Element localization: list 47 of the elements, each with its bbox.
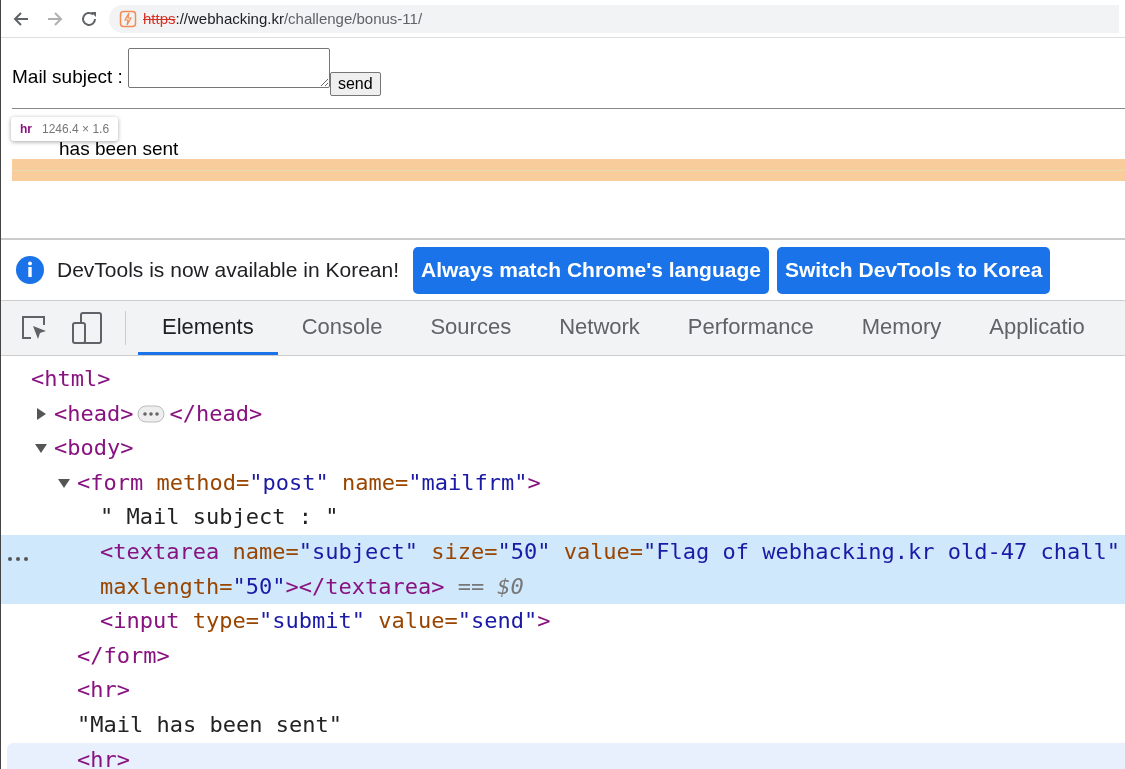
dom-node-row[interactable]: <hr> <box>7 742 1125 769</box>
ellipsis-icon[interactable] <box>137 404 166 423</box>
expand-arrow-icon[interactable] <box>34 406 48 421</box>
dom-node-row[interactable]: <form method="post" name="mailfrm"> <box>1 465 1125 501</box>
code-line: <html> <box>31 365 111 393</box>
reload-icon[interactable] <box>80 9 98 28</box>
subject-field[interactable] <box>127 48 330 88</box>
code-line: <hr> <box>77 676 130 705</box>
devtools-tab[interactable]: Console <box>277 301 407 355</box>
code-line: " Mail subject : " <box>100 503 339 532</box>
code-line: </form> <box>77 641 170 670</box>
code-line: <form method="post" name="mailfrm"> <box>77 468 541 497</box>
language-button[interactable]: Always match Chrome's language <box>413 246 769 294</box>
dom-node-row[interactable]: <head> </head> <box>1 396 1125 432</box>
code-line: maxlength="50"></textarea> == $0 <box>100 572 524 601</box>
code-line: </head> <box>169 399 263 428</box>
element-size: 1246.4 × 1.6 <box>42 122 110 136</box>
dom-node-row[interactable]: <input type="submit" value="send"> <box>1 604 1125 639</box>
devtools-tab[interactable]: Applicatio <box>965 301 1109 355</box>
url-text: https://webhacking.kr/challenge/bonus-11/ <box>143 10 423 27</box>
code-line: <hr> <box>77 745 130 769</box>
dom-node-row[interactable]: <textarea name="subject" size="50" value="Flag of webhacking.kr old-47 chall" maxlength="50"></textarea> == $0 <box>1 534 1125 605</box>
dom-node-row[interactable]: <body> <box>1 431 1125 466</box>
code-line: "Mail has been sent" <box>77 710 342 739</box>
dom-node-row[interactable]: " Mail subject : " <box>1 500 1125 535</box>
code-line: <body> <box>54 434 134 463</box>
language-button[interactable]: Switch DevTools to Korea <box>776 246 1051 294</box>
left-arrow-icon[interactable] <box>12 9 30 28</box>
info-message: DevTools is now available in Korean! <box>57 258 400 282</box>
device-icon[interactable] <box>71 311 103 345</box>
code-line: <head> <box>54 399 134 428</box>
code-line: <input type="submit" value="send"> <box>100 607 551 636</box>
send-button[interactable]: send <box>329 72 381 96</box>
devtools-tab[interactable]: Network <box>535 301 664 355</box>
mail-subject-label: Mail subject : <box>12 66 123 88</box>
info-icon <box>15 255 45 285</box>
status-message: has been sent <box>59 138 179 159</box>
devtools-tab[interactable]: Sources <box>406 301 536 355</box>
tag-name: hr <box>20 122 32 136</box>
dom-node-row[interactable]: "Mail has been sent" <box>1 707 1125 743</box>
code-line: <textarea name="subject" size="50" value="Flag of webhacking.kr old-47 chall" <box>100 537 1120 566</box>
dom-node-row[interactable]: <hr> <box>1 673 1125 708</box>
devtools-tab[interactable]: Memory <box>837 301 966 355</box>
devtools-tab[interactable]: Elements <box>138 301 278 355</box>
dom-node-row[interactable]: <html> <box>1 362 1125 397</box>
address-bar[interactable]: https://webhacking.kr/challenge/bonus-11/ <box>109 4 1119 33</box>
devtools-tab[interactable]: Performance <box>663 301 838 355</box>
